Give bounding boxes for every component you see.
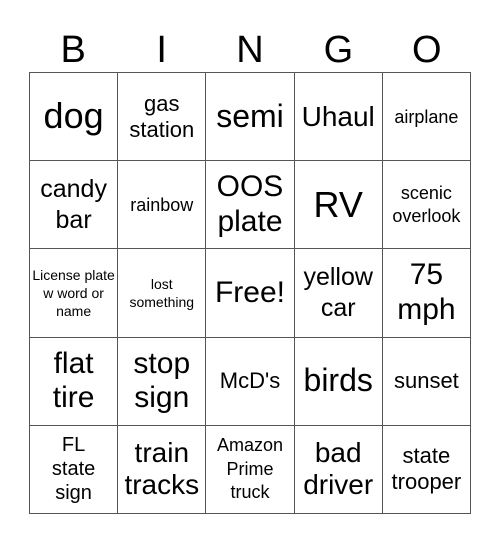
cell-label: semi xyxy=(216,97,284,134)
cell-label: License plate w word or name xyxy=(32,266,115,320)
bingo-cell[interactable]: License plate w word or name xyxy=(30,249,119,338)
bingo-header: B I N G O xyxy=(29,28,471,72)
cell-label: McD's xyxy=(219,368,281,394)
bingo-cell[interactable]: train tracks xyxy=(118,425,207,514)
cell-label: dog xyxy=(43,95,104,137)
bingo-cell[interactable]: Uhaul xyxy=(294,73,383,162)
bingo-cell[interactable]: 75 mph xyxy=(382,249,471,338)
bingo-cell[interactable]: dog xyxy=(30,73,119,162)
bingo-grid: dog gas station semi Uhaul airplane cand… xyxy=(29,72,471,514)
bingo-cell[interactable]: gas station xyxy=(118,73,207,162)
bingo-cell[interactable]: airplane xyxy=(382,73,471,162)
header-letter-i: I xyxy=(156,29,167,71)
cell-label: stop sign xyxy=(133,346,191,415)
header-letter-o: O xyxy=(412,29,442,71)
cell-label: flat tire xyxy=(52,346,95,415)
cell-label: Amazon Prime truck xyxy=(216,435,284,503)
bingo-cell[interactable]: birds xyxy=(294,337,383,426)
header-letter-g: G xyxy=(323,29,354,71)
bingo-cell[interactable]: McD's xyxy=(206,337,295,426)
cell-label: birds xyxy=(303,362,373,399)
bingo-cell[interactable]: FL state sign xyxy=(30,425,119,514)
cell-label: RV xyxy=(313,183,363,225)
bingo-cell[interactable]: RV xyxy=(294,161,383,250)
bingo-cell[interactable]: OOS plate xyxy=(206,161,295,250)
bingo-cell[interactable]: yellow car xyxy=(294,249,383,338)
bingo-cell[interactable]: candy bar xyxy=(30,161,119,250)
bingo-cell[interactable]: sunset xyxy=(382,337,471,426)
cell-label: 75 mph xyxy=(397,258,456,326)
cell-label: gas station xyxy=(129,90,195,142)
cell-label: Free! xyxy=(214,275,285,309)
bingo-cell[interactable]: flat tire xyxy=(30,337,119,426)
cell-label: lost something xyxy=(129,275,195,310)
header-letter-b: B xyxy=(60,29,86,71)
bingo-cell[interactable]: Free! xyxy=(206,249,295,338)
cell-label: yellow car xyxy=(303,262,373,322)
bingo-cell[interactable]: lost something xyxy=(118,249,207,338)
cell-label: train tracks xyxy=(124,437,200,501)
cell-label: Uhaul xyxy=(301,100,375,132)
cell-label: candy bar xyxy=(40,174,107,234)
header-letter-n: N xyxy=(236,29,264,71)
cell-label: airplane xyxy=(394,106,459,127)
bingo-cell[interactable]: Amazon Prime truck xyxy=(206,425,295,514)
cell-label: state trooper xyxy=(391,443,462,495)
bingo-cell[interactable]: rainbow xyxy=(118,161,207,250)
bingo-cell[interactable]: state trooper xyxy=(382,425,471,514)
bingo-cell[interactable]: stop sign xyxy=(118,337,207,426)
cell-label: sunset xyxy=(393,368,459,394)
bingo-cell[interactable]: bad driver xyxy=(294,425,383,514)
cell-label: OOS plate xyxy=(216,170,284,238)
cell-label: FL state sign xyxy=(51,434,96,505)
cell-label: scenic overlook xyxy=(392,183,461,226)
cell-label: rainbow xyxy=(130,194,194,215)
cell-label: bad driver xyxy=(303,437,374,501)
bingo-cell[interactable]: scenic overlook xyxy=(382,161,471,250)
bingo-cell[interactable]: semi xyxy=(206,73,295,162)
